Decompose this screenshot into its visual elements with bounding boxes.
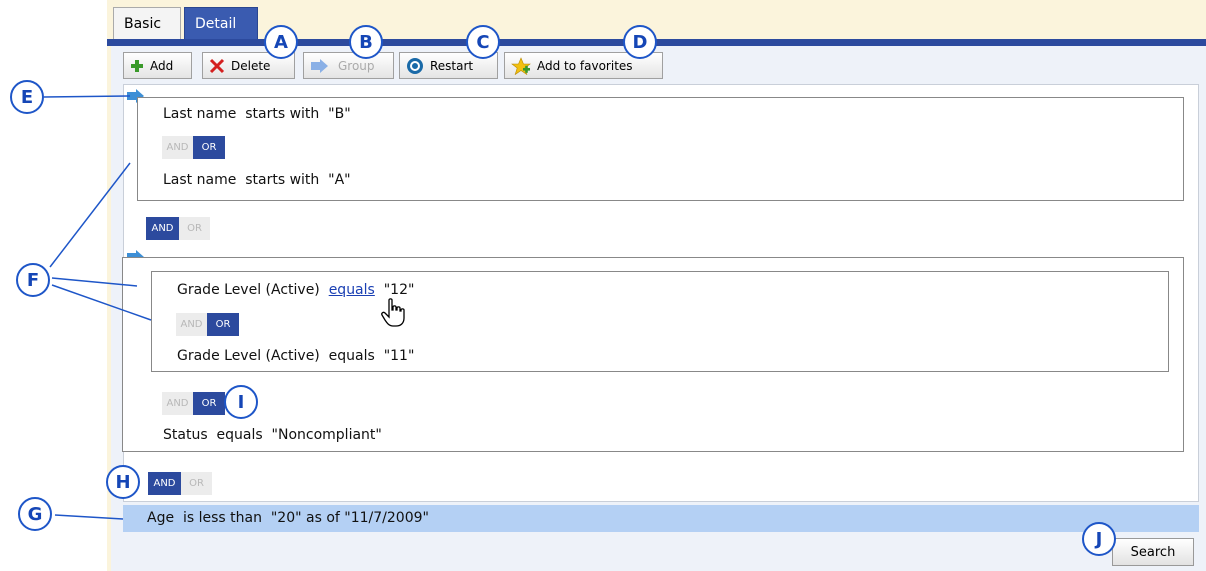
callout-leader-lines — [43, 95, 152, 520]
callout-e: E — [10, 80, 44, 114]
callout-g: G — [18, 497, 52, 531]
callout-a: A — [264, 25, 298, 59]
callout-j: J — [1082, 522, 1116, 556]
callout-h: H — [106, 465, 140, 499]
callout-d: D — [623, 25, 657, 59]
callout-b: B — [349, 25, 383, 59]
callout-i: I — [224, 385, 258, 419]
callout-c: C — [466, 25, 500, 59]
callout-f: F — [16, 263, 50, 297]
